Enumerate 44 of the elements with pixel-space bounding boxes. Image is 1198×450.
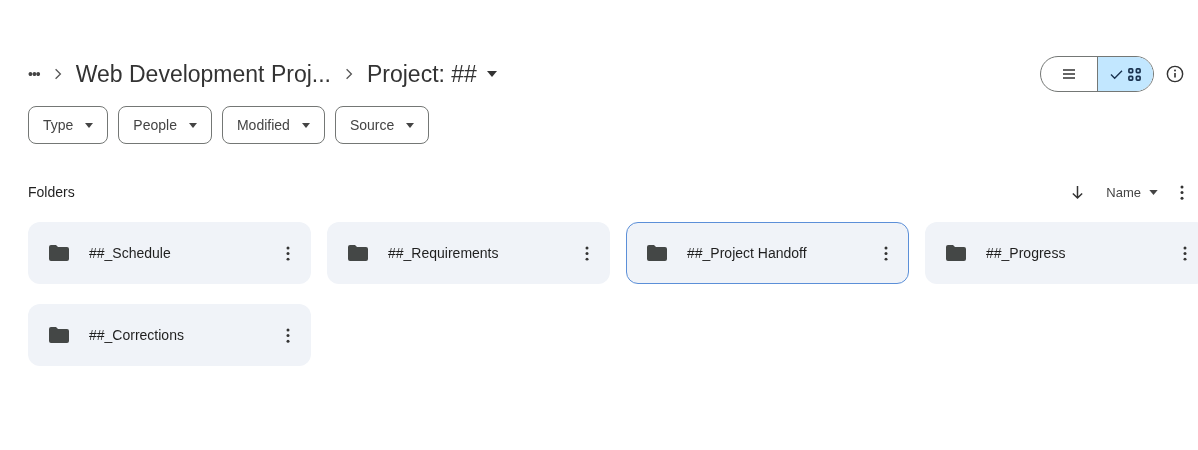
- more-options-icon[interactable]: [884, 245, 888, 261]
- caret-icon: [85, 122, 94, 128]
- caret-icon: [1149, 189, 1158, 195]
- current-folder-button[interactable]: Project: ##: [366, 60, 497, 88]
- folder-name: ##_Corrections: [89, 327, 185, 343]
- grid-icon: [1128, 67, 1141, 81]
- filter-dropdown[interactable]: People: [118, 106, 212, 144]
- grid-view-button[interactable]: [1097, 57, 1153, 91]
- breadcrumb-overflow-button[interactable]: •••: [28, 66, 40, 82]
- breadcrumb-link[interactable]: Web Development Proj...: [75, 60, 331, 88]
- section-title: Folders: [28, 184, 75, 200]
- folder-name: ##_Progress: [986, 245, 1067, 261]
- folder-icon: [49, 327, 69, 343]
- caret-icon: [301, 122, 310, 128]
- sort-direction-icon[interactable]: [1071, 184, 1085, 200]
- list-icon: [1062, 68, 1076, 80]
- filter-dropdown[interactable]: Type: [28, 106, 109, 144]
- folder-icon: [946, 245, 966, 261]
- folder-card[interactable]: ##_Project Handoff: [626, 222, 909, 284]
- more-options-icon[interactable]: [1183, 245, 1187, 261]
- more-options-icon[interactable]: [286, 327, 290, 343]
- folder-icon: [348, 245, 368, 261]
- folder-name: ##_Project Handoff: [687, 245, 808, 261]
- filter-dropdown[interactable]: Source: [334, 106, 430, 144]
- folder-name: ##_Requirements: [388, 245, 500, 261]
- chevron-icon: [344, 67, 353, 81]
- folder-icon: [647, 245, 667, 261]
- info-icon[interactable]: [1166, 65, 1184, 83]
- filter-dropdown[interactable]: Modified: [221, 106, 325, 144]
- caret-icon: [486, 71, 497, 77]
- folder-name: ##_Schedule: [89, 245, 172, 261]
- more-options-icon[interactable]: [585, 245, 589, 261]
- folder-card[interactable]: ##_Corrections: [28, 304, 311, 366]
- check-icon: [1110, 68, 1123, 80]
- chevron-icon: [53, 67, 62, 81]
- more-options-icon[interactable]: [286, 245, 290, 261]
- folder-card[interactable]: ##_Schedule: [28, 222, 311, 284]
- caret-icon: [188, 122, 197, 128]
- folder-icon: [49, 245, 69, 261]
- sort-dropdown[interactable]: Name: [1106, 184, 1158, 200]
- folder-card[interactable]: ##_Progress: [925, 222, 1198, 284]
- more-options-icon[interactable]: [1180, 184, 1184, 200]
- caret-icon: [406, 122, 415, 128]
- folder-card[interactable]: ##_Requirements: [327, 222, 610, 284]
